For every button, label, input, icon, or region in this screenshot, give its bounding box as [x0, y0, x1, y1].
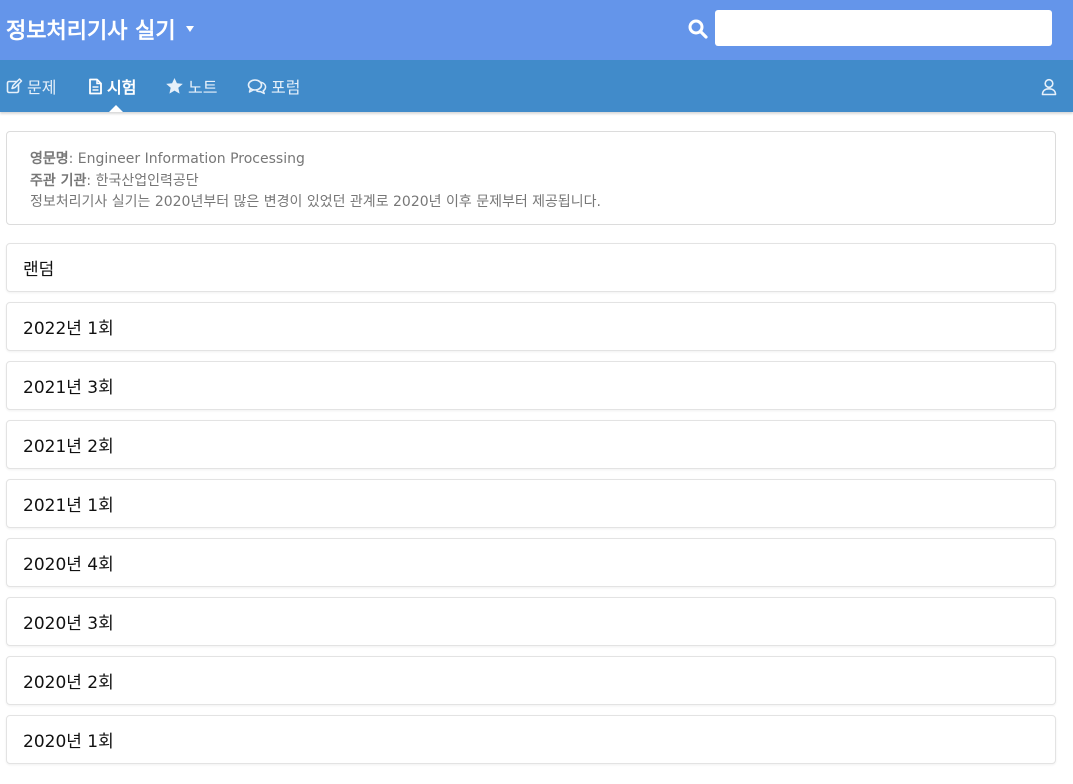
nav-item-problems[interactable]: 문제	[6, 60, 56, 112]
english-name-line: 영문명: Engineer Information Processing	[30, 149, 1055, 171]
user-icon[interactable]	[1040, 78, 1058, 96]
document-icon	[89, 78, 102, 94]
top-bar: 정보처리기사 실기	[0, 0, 1073, 60]
english-name-value: : Engineer Information Processing	[68, 151, 305, 167]
nav-item-forum[interactable]: 포럼	[247, 60, 300, 112]
caret-down-icon	[185, 26, 194, 32]
nav-label-notes: 노트	[188, 78, 218, 97]
edit-icon	[6, 77, 23, 93]
exam-info-box: 영문명: Engineer Information Processing 주관 …	[6, 131, 1056, 225]
app-title: 정보처리기사 실기	[6, 19, 176, 44]
chat-bubbles-icon	[247, 78, 267, 94]
exam-item[interactable]: 2021년 1회	[6, 479, 1056, 528]
exam-item[interactable]: 2021년 2회	[6, 420, 1056, 469]
active-tab-indicator	[109, 105, 123, 112]
organizer-value: : 한국산업인력공단	[86, 172, 199, 189]
organizer-label: 주관 기관	[30, 172, 87, 189]
nav-label-forum: 포럼	[271, 78, 301, 97]
exam-item[interactable]: 2020년 4회	[6, 538, 1056, 587]
exam-item[interactable]: 2020년 2회	[6, 656, 1056, 705]
exam-item[interactable]: 2021년 3회	[6, 361, 1056, 410]
app-title-dropdown[interactable]: 정보처리기사 실기	[6, 12, 194, 46]
exam-item[interactable]: 2020년 1회	[6, 715, 1056, 764]
exam-item-random[interactable]: 랜덤	[6, 243, 1056, 292]
exam-item[interactable]: 2022년 1회	[6, 302, 1056, 351]
organizer-line: 주관 기관: 한국산업인력공단	[30, 171, 1055, 193]
notice-text: 정보처리기사 실기는 2020년부터 많은 변경이 있었던 관계로 2020년 …	[30, 194, 602, 210]
search-icon[interactable]	[687, 18, 709, 40]
nav-label-exams: 시험	[107, 78, 137, 97]
nav-item-notes[interactable]: 노트	[165, 60, 217, 112]
star-icon	[166, 78, 183, 94]
nav-label-problems: 문제	[27, 78, 57, 97]
search-input[interactable]	[715, 10, 1052, 46]
english-name-label: 영문명	[30, 151, 69, 167]
nav-bar: 문제 시험 노트 포럼	[0, 60, 1073, 112]
exam-item[interactable]: 2020년 3회	[6, 597, 1056, 646]
